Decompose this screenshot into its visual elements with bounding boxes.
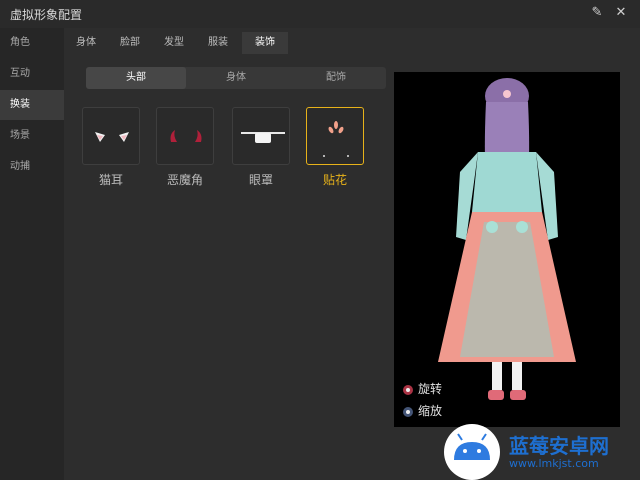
item-eye-patch[interactable] <box>232 107 290 165</box>
subtab-body[interactable]: 身体 <box>186 67 286 89</box>
item-label-cat-ears: 猫耳 <box>98 173 123 187</box>
eye-patch-icon <box>241 132 285 143</box>
subtab-bar: 头部 身体 配饰 <box>86 67 386 89</box>
tab-body[interactable]: 身体 <box>68 32 104 54</box>
rotate-control[interactable]: 旋转 <box>402 380 442 397</box>
window-title: 虚拟形象配置 <box>10 8 83 22</box>
zoom-control[interactable]: 缩放 <box>402 402 442 419</box>
rotate-label: 旋转 <box>418 382 443 396</box>
item-label-decal: 贴花 <box>322 173 347 187</box>
item-label-devil-horns: 恶魔角 <box>166 173 203 187</box>
decal-icon <box>323 121 349 157</box>
item-devil-horns[interactable] <box>156 107 214 165</box>
tab-clothing[interactable]: 服装 <box>200 32 236 54</box>
android-logo-icon <box>444 424 500 480</box>
edit-icon[interactable]: ✎ <box>590 6 604 20</box>
avatar-preview[interactable]: 旋转 缩放 <box>394 72 620 427</box>
title-bar: 虚拟形象配置 ✎ ✕ <box>0 0 640 29</box>
zoom-label: 缩放 <box>418 404 443 418</box>
close-icon[interactable]: ✕ <box>614 6 628 20</box>
item-label-eye-patch: 眼罩 <box>248 173 273 187</box>
sidebar-item-scene[interactable]: 场景 <box>0 121 64 151</box>
tab-hair[interactable]: 发型 <box>156 32 192 54</box>
sidebar-item-dressup[interactable]: 换装 <box>0 90 64 120</box>
subtab-head[interactable]: 头部 <box>86 67 186 89</box>
item-cat-ears[interactable] <box>82 107 140 165</box>
watermark-brand: 蓝莓安卓网 <box>509 434 609 458</box>
tab-face[interactable]: 脸部 <box>112 32 148 54</box>
sidebar-item-mocap[interactable]: 动捕 <box>0 152 64 182</box>
avatar-figure <box>438 78 576 400</box>
subtab-accessory[interactable]: 配饰 <box>286 67 386 89</box>
watermark-url: www.lmkjst.com <box>509 457 599 470</box>
rotate-icon <box>403 384 413 395</box>
cat-ears-icon <box>95 132 129 142</box>
sidebar-item-interaction[interactable]: 互动 <box>0 59 64 89</box>
item-decal[interactable] <box>306 107 364 165</box>
tab-bar: 身体 脸部 发型 服装 装饰 <box>64 28 640 54</box>
devil-horns-icon <box>170 130 202 142</box>
sidebar: 角色 互动 换装 场景 动捕 <box>0 28 64 480</box>
zoom-icon <box>403 406 413 417</box>
watermark: 蓝莓安卓网 www.lmkjst.com <box>440 420 640 480</box>
tab-accessories[interactable]: 装饰 <box>242 32 288 54</box>
sidebar-item-character[interactable]: 角色 <box>0 28 64 58</box>
